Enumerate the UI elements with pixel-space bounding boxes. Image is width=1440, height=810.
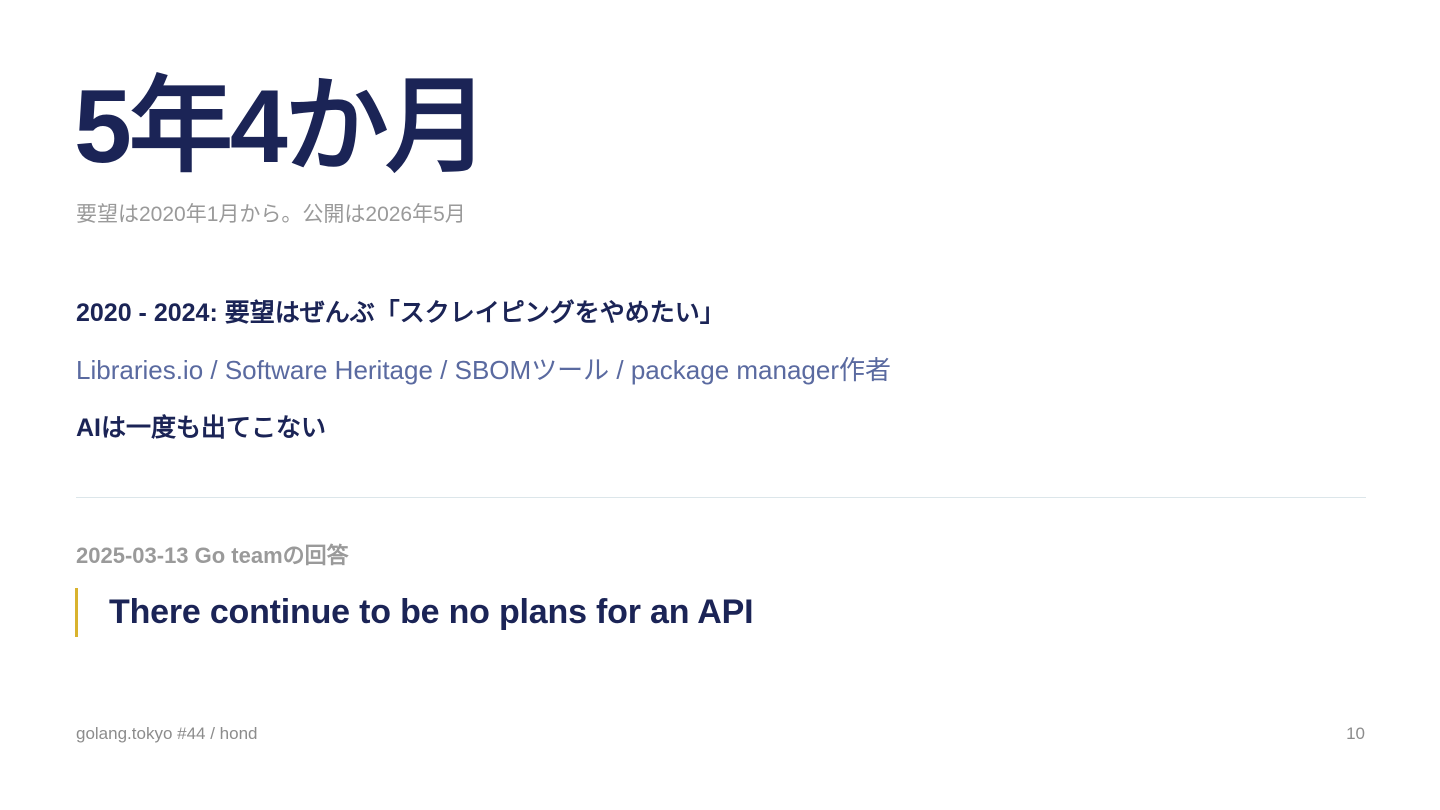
summary-line-no-ai: AIは一度も出てこない xyxy=(76,414,327,442)
summary-line-requesters: Libraries.io / Software Heritage / SBOMツ… xyxy=(76,355,891,385)
subtitle: 要望は2020年1月から。公開は2026年5月 xyxy=(76,203,466,226)
slide: 5年4か月 要望は2020年1月から。公開は2026年5月 2020 - 202… xyxy=(0,0,1440,810)
section-divider xyxy=(76,497,1366,498)
page-number: 10 xyxy=(1346,724,1365,743)
summary-line-requests: 2020 - 2024: 要望はぜんぶ「スクレイピングをやめたい」 xyxy=(76,299,725,327)
headline: 5年4か月 xyxy=(74,69,490,185)
response-quote-text: There continue to be no plans for an API xyxy=(109,593,754,631)
footer-credit: golang.tokyo #44 / hond xyxy=(76,724,258,743)
response-quote: There continue to be no plans for an API xyxy=(75,588,754,637)
response-label: 2025-03-13 Go teamの回答 xyxy=(76,543,349,568)
